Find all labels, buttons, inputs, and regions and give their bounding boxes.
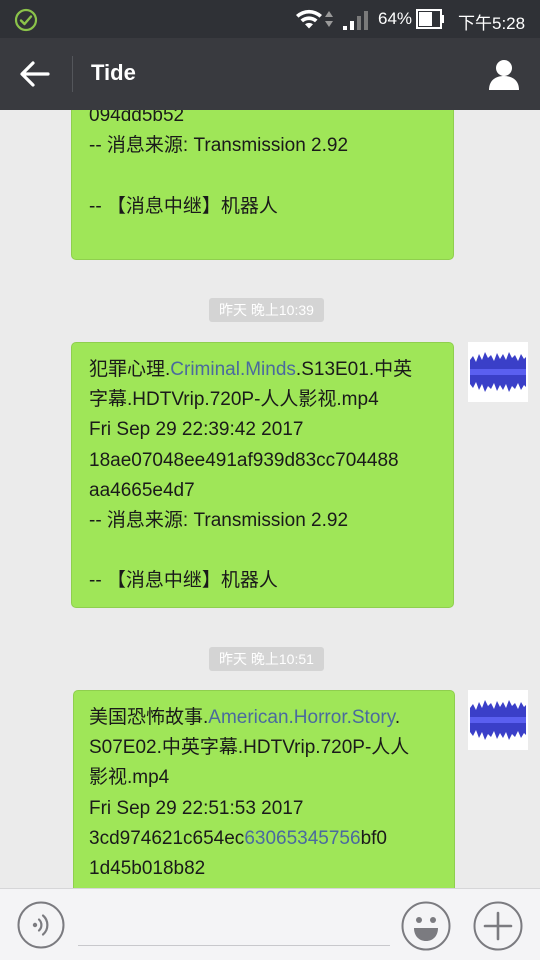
message-line: -- 消息来源: Transmission 2.92 [89, 510, 349, 532]
message-line: Fri Sep 29 22:51:53 2017 [89, 797, 304, 819]
message-line: 美国恐怖故事.American.Horror.Story. [89, 703, 409, 733]
timestamp: 昨天 晚上10:39 [209, 298, 324, 322]
bubble-tail [454, 711, 455, 727]
message-line: 犯罪心理.Criminal.Minds.S13E01.中英 [89, 355, 412, 385]
message-link[interactable]: American.Horror.Story [208, 707, 395, 728]
back-arrow-icon[interactable] [18, 58, 52, 90]
signal-icon [343, 11, 368, 30]
sender-avatar[interactable] [468, 690, 528, 750]
title-text: 美国恐怖故事. [89, 707, 209, 728]
hash-text: bf0 [360, 827, 387, 849]
message-bubble[interactable]: 美国恐怖故事.American.Horror.Story. S07E02.中英字… [73, 690, 455, 888]
message-line: Fri Sep 29 22:39:42 2017 [89, 419, 304, 441]
message-line: -- 【消息中继】机器人 [89, 195, 278, 217]
message-line [89, 536, 412, 566]
message-bubble[interactable]: 犯罪心理.Criminal.Minds.S13E01.中英 字幕.HDTVrip… [71, 342, 454, 608]
message-input[interactable] [78, 945, 390, 946]
title-divider [72, 56, 73, 92]
message-bubble[interactable]: 32cc65bf0dfae118a4b7e022c4610bf 094dd5b5… [71, 110, 454, 260]
wifi-icon [296, 9, 322, 29]
phone-number-link[interactable]: 63065345756 [244, 828, 360, 849]
message-line: S07E02.中英字幕.HDTVrip.720P-人人 [89, 737, 410, 759]
battery-icon [416, 9, 444, 29]
bubble-tail [453, 363, 454, 379]
emoji-icon[interactable] [401, 901, 451, 951]
message-link[interactable]: Criminal.Minds [170, 359, 296, 380]
message-line: 字幕.HDTVrip.720P-人人影视.mp4 [89, 389, 379, 411]
message-text: 美国恐怖故事.American.Horror.Story. S07E02.中英字… [89, 703, 409, 884]
title-text: . [394, 707, 401, 728]
message-line [89, 162, 396, 192]
chat-area[interactable]: 32cc65bf0dfae118a4b7e022c4610bf 094dd5b5… [0, 110, 540, 888]
message-line: 影视.mp4 [89, 767, 170, 789]
waveform-icon [468, 342, 528, 402]
waveform-icon [468, 690, 528, 750]
input-bar [0, 888, 540, 960]
message-line: aa4665e4d7 [89, 479, 195, 501]
title-bar: Tide [0, 38, 540, 110]
profile-icon[interactable] [486, 56, 522, 92]
message-text: 犯罪心理.Criminal.Minds.S13E01.中英 字幕.HDTVrip… [89, 355, 412, 597]
title-text: .S13E01.中英 [295, 359, 413, 380]
chat-title: Tide [91, 60, 136, 85]
timestamp: 昨天 晚上10:51 [209, 647, 324, 671]
check-icon [14, 8, 38, 32]
title-text: 犯罪心理. [89, 359, 171, 380]
message-line: 094dd5b52 [89, 110, 185, 127]
plus-icon[interactable] [473, 901, 523, 951]
message-line: 18ae07048ee491af939d83cc704488 [89, 449, 399, 471]
status-bar: 64% 下午5:28 [0, 0, 540, 38]
hash-text: 3cd974621c654ec [89, 827, 245, 849]
message-line: -- 【消息中继】机器人 [89, 570, 278, 592]
voice-icon[interactable] [17, 901, 65, 949]
message-line: 3cd974621c654ec63065345756bf0 [89, 824, 409, 854]
message-line: -- 消息来源: Transmission 2.92 [89, 135, 349, 157]
message-text: 32cc65bf0dfae118a4b7e022c4610bf 094dd5b5… [89, 110, 396, 222]
sender-avatar[interactable] [468, 342, 528, 402]
clock: 下午5:28 [458, 14, 526, 33]
data-arrows-icon [325, 11, 333, 27]
battery-percent: 64% [378, 9, 413, 28]
message-line: 1d45b018b82 [89, 858, 206, 880]
